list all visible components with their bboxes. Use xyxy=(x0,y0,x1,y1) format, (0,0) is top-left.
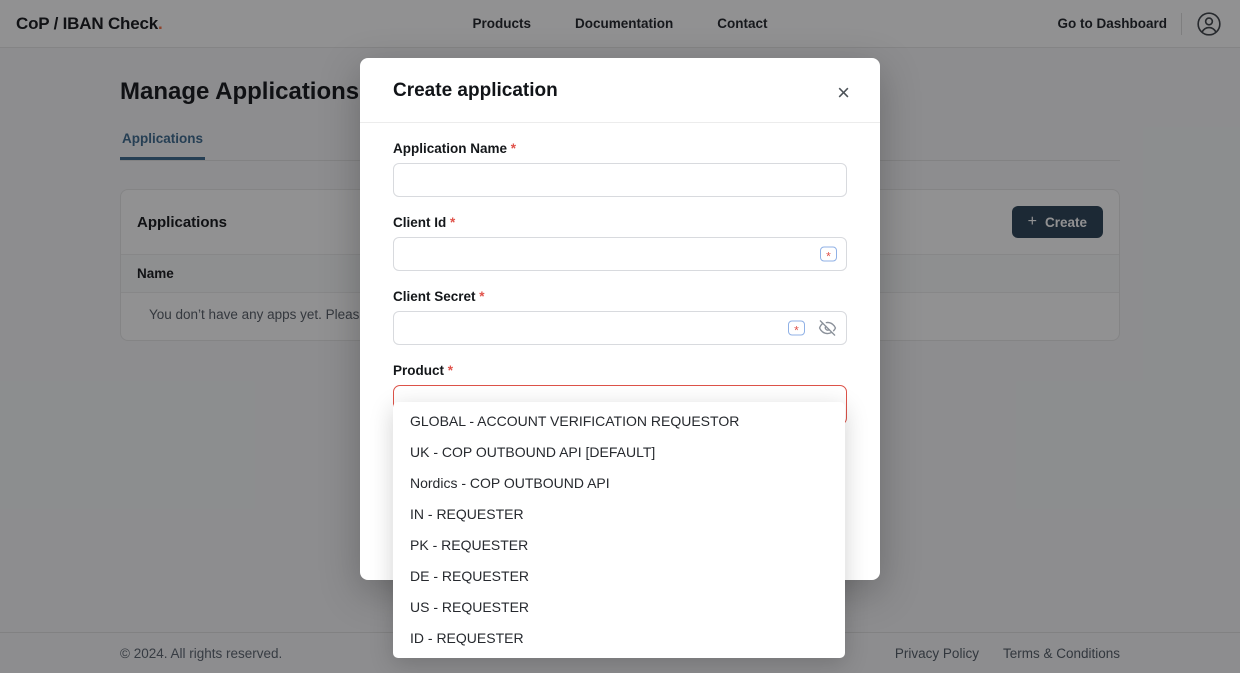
application-name-field-group: Application Name * xyxy=(393,141,847,197)
dropdown-option[interactable]: ID - REQUESTER xyxy=(393,623,845,654)
required-marker: * xyxy=(450,215,455,230)
dropdown-option[interactable]: GLOBAL - ACCOUNT VERIFICATION REQUESTOR xyxy=(393,406,845,437)
modal-body: Application Name * Client Id * * Client … xyxy=(360,141,880,425)
dropdown-option[interactable]: Nordics - COP OUTBOUND API xyxy=(393,468,845,499)
client-id-input[interactable] xyxy=(393,237,847,271)
autofill-icon[interactable]: * xyxy=(788,321,805,336)
eye-off-icon[interactable] xyxy=(818,319,837,338)
dropdown-option[interactable]: PK - REQUESTER xyxy=(393,530,845,561)
product-label: Product * xyxy=(393,363,847,378)
dropdown-option[interactable]: IN - REQUESTER xyxy=(393,499,845,530)
modal-title: Create application xyxy=(393,80,558,102)
autofill-icon[interactable]: * xyxy=(820,247,837,262)
client-secret-label: Client Secret * xyxy=(393,289,847,304)
application-name-label: Application Name * xyxy=(393,141,847,156)
dropdown-option[interactable]: UK - COP OUTBOUND API [DEFAULT] xyxy=(393,437,845,468)
close-icon[interactable]: × xyxy=(831,80,856,106)
required-marker: * xyxy=(448,363,453,378)
modal-header: Create application × xyxy=(360,58,880,123)
product-dropdown: GLOBAL - ACCOUNT VERIFICATION REQUESTOR … xyxy=(393,402,845,658)
required-marker: * xyxy=(479,289,484,304)
dropdown-option[interactable]: US - REQUESTER xyxy=(393,592,845,623)
client-secret-field-group: Client Secret * * xyxy=(393,289,847,345)
application-name-input[interactable] xyxy=(393,163,847,197)
client-secret-input[interactable] xyxy=(393,311,847,345)
client-id-label: Client Id * xyxy=(393,215,847,230)
client-id-field-group: Client Id * * xyxy=(393,215,847,271)
dropdown-option[interactable]: DE - REQUESTER xyxy=(393,561,845,592)
required-marker: * xyxy=(511,141,516,156)
